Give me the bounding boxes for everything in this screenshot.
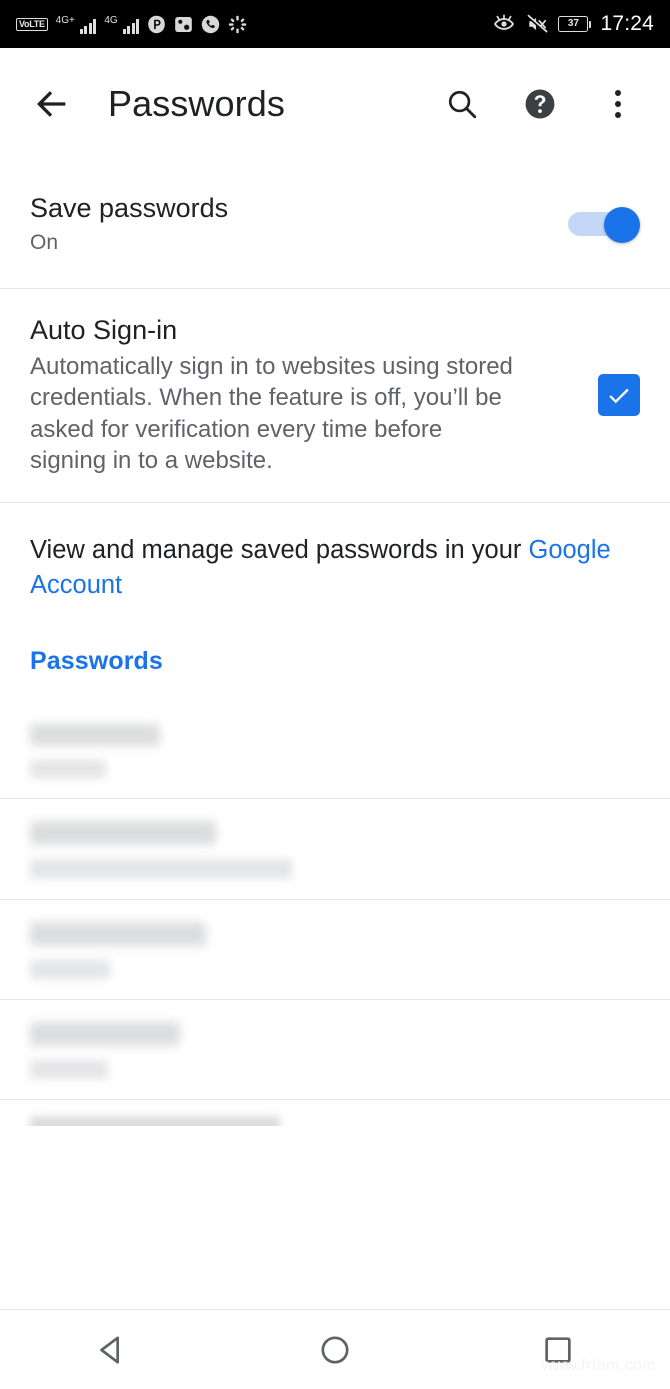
search-button[interactable] xyxy=(440,82,484,126)
redacted-site-name xyxy=(30,1022,180,1047)
redacted-username xyxy=(30,859,292,880)
nav-home-button[interactable] xyxy=(292,1317,378,1383)
save-passwords-title: Save passwords xyxy=(30,193,229,224)
signal-bars-sim1-icon: 4G+ xyxy=(56,14,97,34)
redacted-username xyxy=(30,760,106,779)
help-button[interactable] xyxy=(518,82,562,126)
app-toolbar: Passwords xyxy=(0,48,670,160)
password-list xyxy=(0,702,670,1127)
watermark: www.frfam.com xyxy=(541,1357,656,1374)
toolbar-actions xyxy=(440,82,640,126)
scatter-dots-icon xyxy=(228,15,247,34)
auto-signin-title: Auto Sign-in xyxy=(30,315,178,345)
nav-home-circle-icon xyxy=(321,1335,349,1364)
save-passwords-texts: Save passwords On xyxy=(30,193,228,254)
arrow-back-icon xyxy=(37,91,66,117)
save-passwords-toggle[interactable] xyxy=(568,207,640,243)
password-list-item[interactable] xyxy=(0,900,670,1000)
more-vert-icon xyxy=(615,90,621,118)
auto-signin-row[interactable]: Auto Sign-in Automatically sign in to we… xyxy=(0,289,670,502)
status-bar-right-icons: 37 17:24 xyxy=(492,12,654,36)
settings-content: Save passwords On Auto Sign-in Automatic… xyxy=(0,160,670,1127)
redacted-site-name xyxy=(30,724,160,747)
toggle-thumb xyxy=(604,207,640,243)
android-nav-bar xyxy=(0,1309,670,1389)
auto-signin-texts: Auto Sign-in Automatically sign in to we… xyxy=(30,315,520,476)
phone-call-icon xyxy=(201,15,220,34)
page-title: Passwords xyxy=(108,83,285,124)
save-passwords-state: On xyxy=(30,230,59,254)
auto-signin-description: Automatically sign in to websites using … xyxy=(30,353,513,474)
gallery-icon xyxy=(174,15,193,34)
redacted-site-name xyxy=(30,922,206,947)
status-bar: VoLTE 4G+ 4G 37 17:24 xyxy=(0,0,670,48)
nav-back-button[interactable] xyxy=(69,1317,155,1383)
phone-screen: VoLTE 4G+ 4G 37 17:24 Passwords Save pas… xyxy=(0,0,670,1389)
auto-signin-checkbox[interactable] xyxy=(598,374,640,417)
back-button[interactable] xyxy=(26,78,78,130)
status-bar-clock: 17:24 xyxy=(600,12,654,35)
redacted-username xyxy=(30,1060,108,1080)
password-list-item-partial[interactable] xyxy=(0,1100,670,1127)
redacted-site-name xyxy=(30,821,216,846)
status-bar-left-icons: VoLTE 4G+ 4G xyxy=(16,14,247,34)
nav-back-triangle-icon xyxy=(99,1335,119,1364)
sound-muted-icon xyxy=(526,14,548,34)
save-passwords-row[interactable]: Save passwords On xyxy=(0,160,670,288)
eye-care-icon xyxy=(492,14,516,34)
redacted-username xyxy=(30,960,110,980)
search-icon xyxy=(448,90,477,119)
manage-passwords-block: View and manage saved passwords in your … xyxy=(0,503,670,603)
p-app-icon xyxy=(147,15,166,34)
help-circle-icon xyxy=(525,89,555,119)
redacted-site-name xyxy=(30,1116,280,1127)
overflow-menu-button[interactable] xyxy=(596,82,640,126)
volte-badge-icon: VoLTE xyxy=(16,17,48,31)
password-list-item[interactable] xyxy=(0,702,670,799)
password-list-item[interactable] xyxy=(0,1000,670,1100)
manage-text: View and manage saved passwords in your xyxy=(30,535,529,564)
checkbox-checked-icon xyxy=(598,374,640,417)
passwords-section-header: Passwords xyxy=(30,647,163,676)
password-list-item[interactable] xyxy=(0,799,670,900)
signal-bars-sim2-icon: 4G xyxy=(104,14,140,34)
battery-icon: 37 xyxy=(558,16,592,32)
